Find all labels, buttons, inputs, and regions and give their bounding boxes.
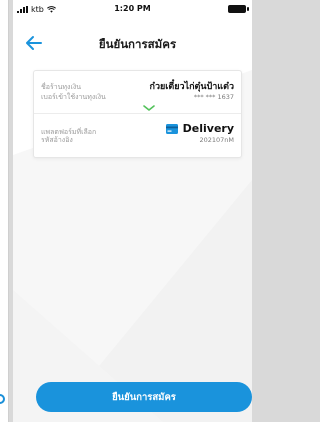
- platform-value-group: Delivery: [165, 122, 234, 135]
- radio-indicator: [0, 394, 5, 404]
- status-time: 1:20 PM: [114, 4, 151, 13]
- account-value: *** *** 1637: [193, 93, 234, 101]
- page-title: ยืนยันการสมัคร: [98, 37, 177, 51]
- battery-icon: [228, 5, 249, 13]
- account-label: เบอร์เข้าใช้งานทุงเงิน: [41, 93, 106, 101]
- ref-label: รหัสอ้างอิง: [41, 136, 73, 144]
- platform-value: Delivery: [182, 122, 234, 135]
- status-bar: ktb 1:20 PM: [13, 0, 252, 20]
- shop-name-value: ก๋วยเตี๋ยวไก่ตุ๋นป้าแต๋ว: [149, 82, 234, 92]
- ref-value: 202107nM: [199, 136, 234, 144]
- confirm-button[interactable]: ยืนยันการสมัคร: [36, 382, 252, 412]
- shop-info-section: ชื่อร้านทุงเงิน ก๋วยเตี๋ยวไก่ตุ๋นป้าแต๋ว…: [34, 71, 241, 113]
- phone-screen: ktb 1:20 PM ยืนยันการสมัคร ชื่อร้านทุงเง…: [13, 0, 252, 422]
- back-arrow-icon[interactable]: [21, 30, 47, 56]
- nav-bar: ยืนยันการสมัคร: [13, 24, 252, 64]
- summary-card: ชื่อร้านทุงเงิน ก๋วยเตี๋ยวไก่ตุ๋นป้าแต๋ว…: [33, 70, 242, 158]
- credit-card-icon: [165, 123, 178, 134]
- previous-screen-edge: [0, 0, 9, 422]
- platform-section: แพลตฟอร์มที่เลือก Delivery รหัสอ้างอิง 2…: [34, 113, 241, 157]
- check-chevron-icon: [143, 105, 155, 111]
